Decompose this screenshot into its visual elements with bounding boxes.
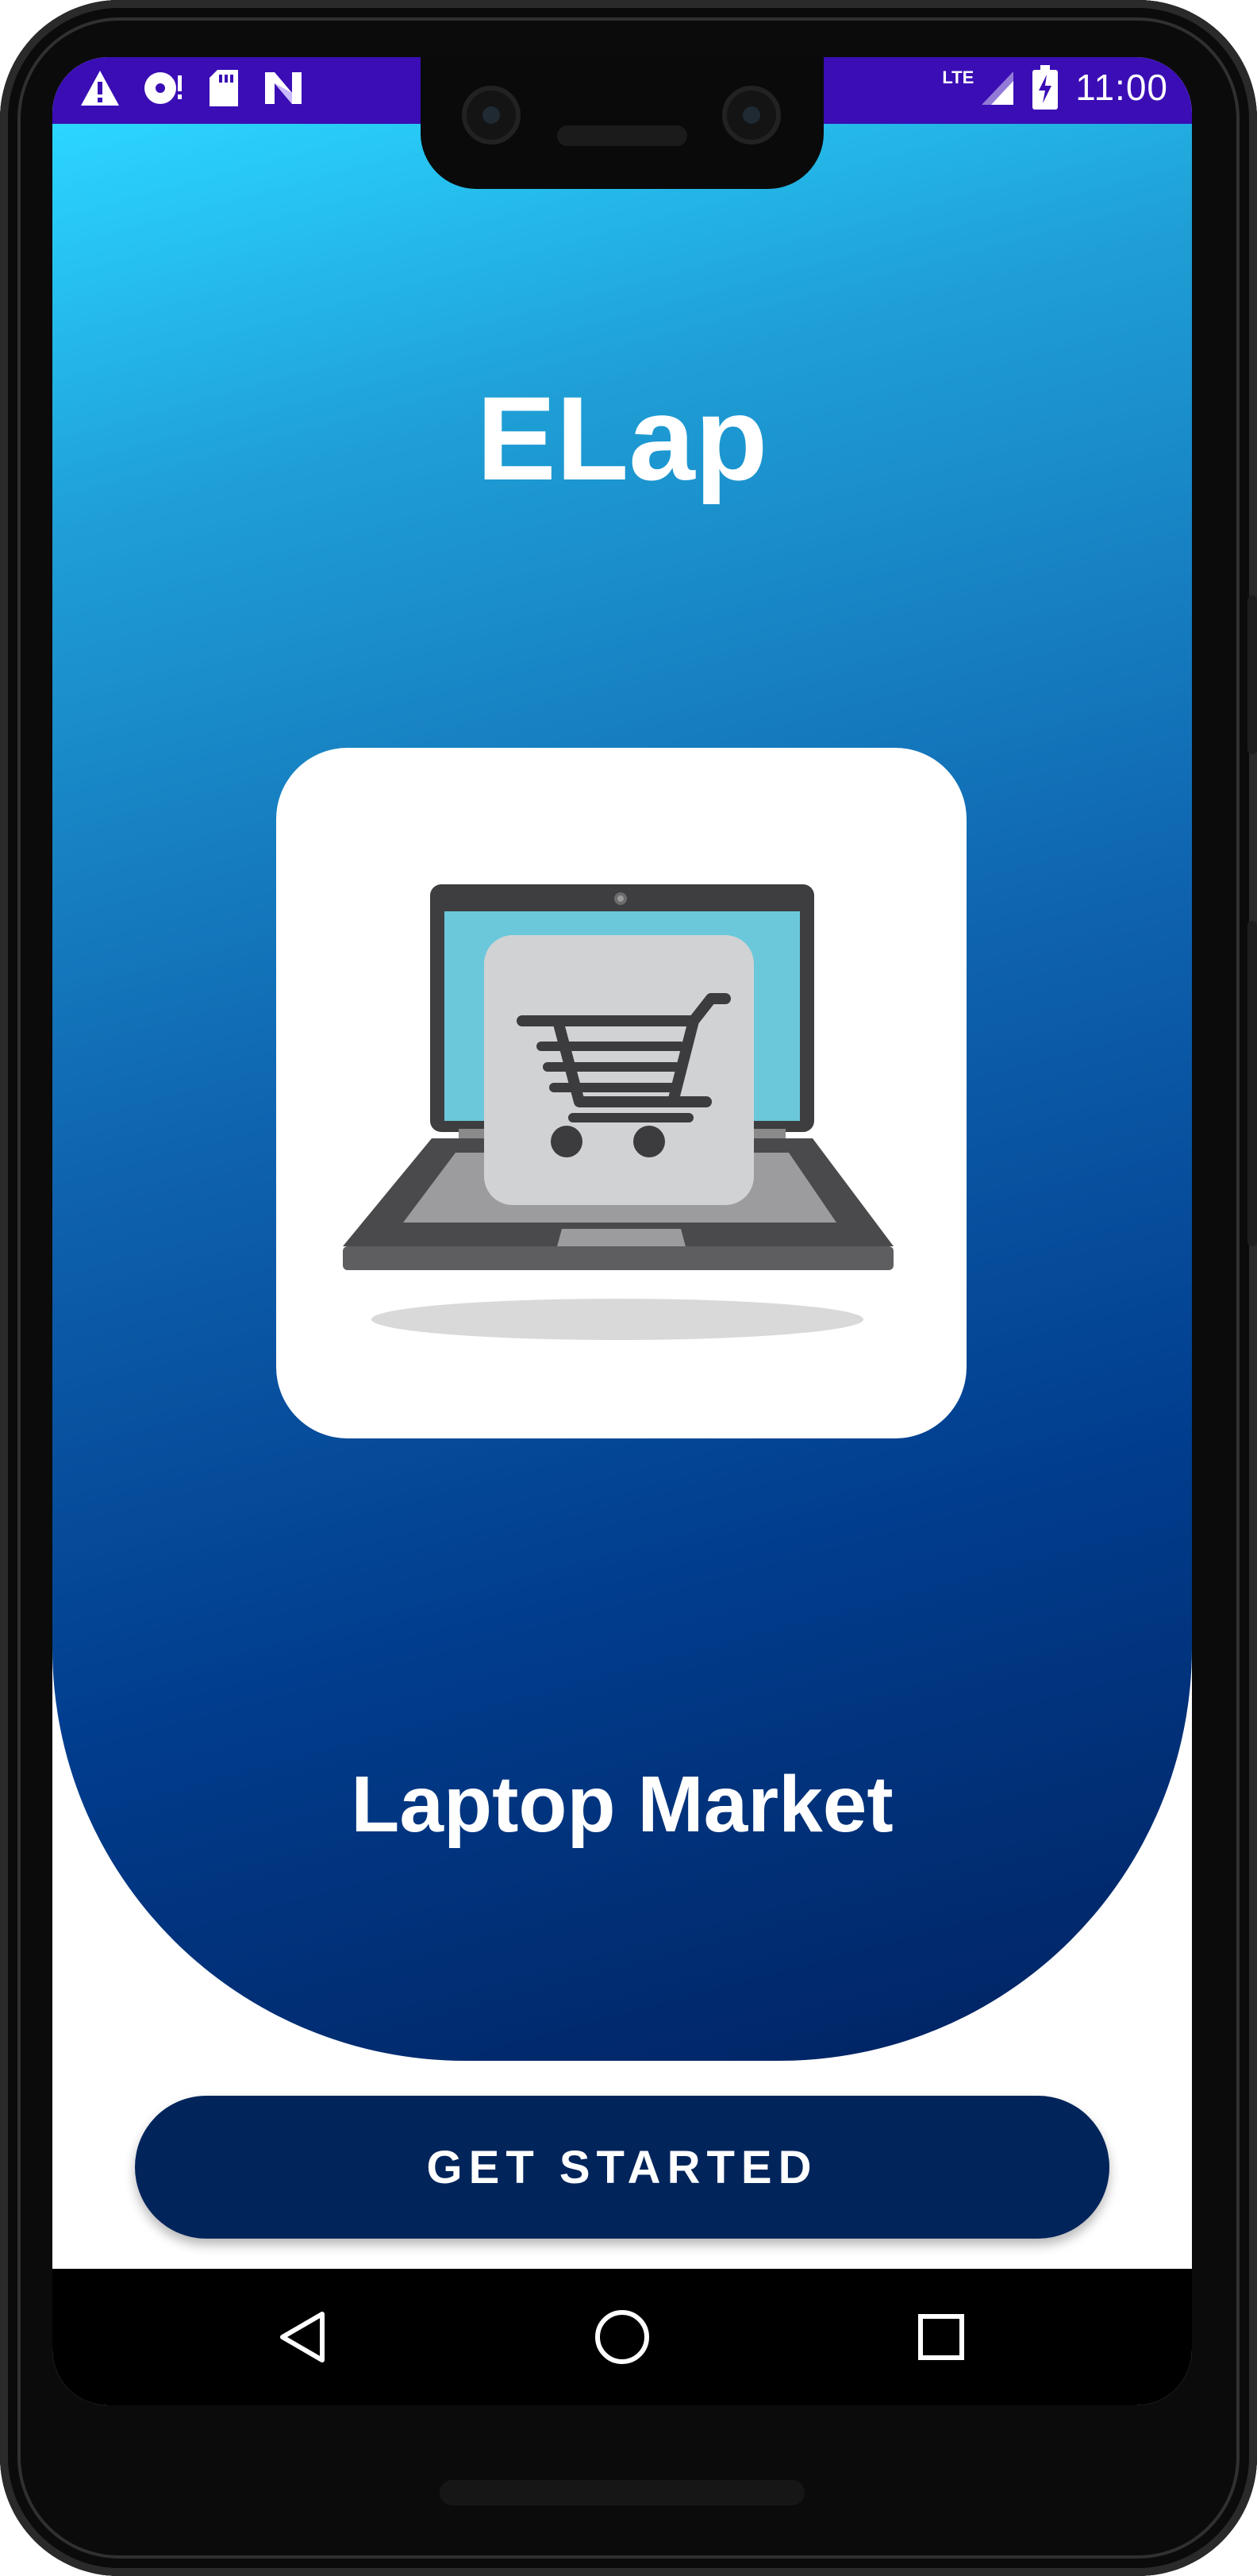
warning-icon <box>81 71 119 106</box>
volume-button <box>1247 921 1257 1246</box>
disc-icon <box>144 72 182 104</box>
sd-card-icon <box>210 70 238 106</box>
front-camera-left <box>462 86 521 144</box>
recents-icon <box>918 2314 964 2360</box>
nav-home-button[interactable] <box>582 2297 662 2377</box>
front-camera-right <box>722 86 781 144</box>
navigation-bar <box>52 2269 1192 2405</box>
status-time: 11:00 <box>1075 67 1168 108</box>
n-logo-icon <box>265 72 302 104</box>
laptop-shopping-cart-icon <box>343 884 894 1340</box>
home-icon <box>595 2310 649 2364</box>
bottom-speaker <box>440 2480 805 2505</box>
nav-back-button[interactable] <box>263 2297 343 2377</box>
network-type-label: LTE <box>942 67 974 87</box>
signal-icon <box>982 71 1014 105</box>
earpiece-speaker <box>557 125 687 146</box>
app-subtitle: Laptop Market <box>351 1760 894 1849</box>
camera-notch <box>421 57 824 189</box>
app-logo-card <box>276 748 967 1438</box>
power-button <box>1247 595 1257 754</box>
app-title: ELap <box>476 372 768 505</box>
get-started-button[interactable]: GET STARTED <box>135 2096 1109 2239</box>
screen: ELap Laptop Market LTE 11:00 GET STARTED <box>52 57 1192 2405</box>
battery-charging-icon <box>1032 65 1059 110</box>
back-icon <box>280 2312 325 2362</box>
hero-section: ELap Laptop Market <box>52 124 1192 2061</box>
nav-recents-button[interactable] <box>901 2297 981 2377</box>
